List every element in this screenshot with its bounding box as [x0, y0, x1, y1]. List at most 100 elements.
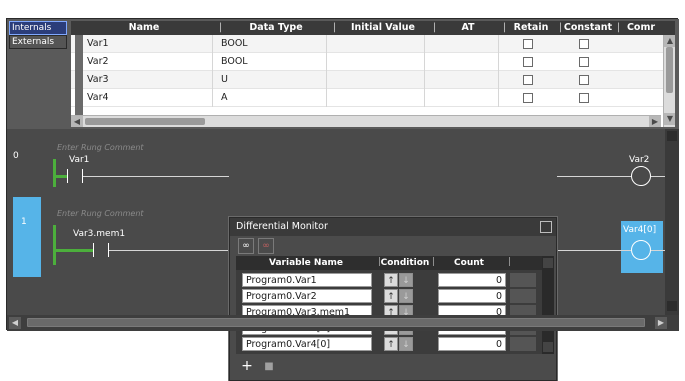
variable-table-hscrollbar[interactable]: ◀ ▶	[71, 115, 661, 127]
vscroll-thumb[interactable]	[666, 47, 673, 93]
header-comment[interactable]: Comr	[621, 21, 661, 35]
contact-symbol[interactable]	[67, 169, 83, 183]
var-data-type[interactable]: A	[217, 89, 327, 107]
var-initial-value[interactable]	[329, 89, 425, 107]
delete-monitor-icon[interactable]: ∞	[258, 238, 274, 254]
header-condition[interactable]: Condition	[380, 256, 430, 270]
retain-checkbox[interactable]	[523, 57, 533, 67]
scroll-down-icon[interactable]	[667, 301, 677, 311]
falling-edge-icon[interactable]: ↓	[399, 273, 413, 287]
rung-wire	[651, 250, 665, 251]
header-data-type[interactable]: Data Type	[221, 21, 331, 35]
table-row[interactable]: Var3 U	[71, 71, 675, 89]
scroll-right-icon[interactable]: ▶	[649, 116, 661, 127]
var-name[interactable]: Var4	[83, 89, 213, 107]
var-at[interactable]	[427, 89, 499, 107]
monitor-toggle-icon[interactable]: ∞	[238, 238, 254, 254]
header-constant[interactable]: Constant	[561, 21, 615, 35]
add-icon[interactable]: +	[238, 358, 256, 376]
monitor-row[interactable]: Program0.Var4[0] ↑ ↓ 0	[236, 336, 536, 352]
differential-monitor-window[interactable]: Differential Monitor ∞ ∞ Variable Name |…	[229, 217, 557, 381]
var-at[interactable]	[427, 53, 499, 71]
scroll-left-icon[interactable]: ◀	[71, 116, 83, 127]
contact-variable[interactable]: Var3.mem1	[73, 229, 125, 239]
var-name[interactable]: Var2	[83, 53, 213, 71]
rung-comment[interactable]: Enter Rung Comment	[57, 143, 144, 152]
coil-variable[interactable]: Var4[0]	[623, 225, 656, 235]
monitor-title: Differential Monitor	[236, 221, 328, 232]
var-initial-value[interactable]	[329, 71, 425, 89]
var-at[interactable]	[427, 71, 499, 89]
falling-edge-icon[interactable]: ↓	[399, 337, 413, 351]
monitor-row[interactable]: Program0.Var1 ↑ ↓ 0	[236, 272, 536, 288]
tab-internals[interactable]: Internals	[9, 21, 67, 35]
scroll-down-icon[interactable]	[543, 342, 553, 352]
hscroll-thumb[interactable]	[27, 318, 645, 327]
scroll-left-icon[interactable]: ◀	[9, 317, 21, 329]
variable-table-vscrollbar[interactable]: ▲ ▼	[663, 35, 675, 127]
ladder-vscrollbar[interactable]	[665, 129, 679, 315]
var-data-type[interactable]: BOOL	[217, 53, 327, 71]
header-retain[interactable]: Retain	[505, 21, 557, 35]
coil-symbol[interactable]	[631, 166, 651, 186]
retain-checkbox[interactable]	[523, 75, 533, 85]
var-data-type[interactable]: BOOL	[217, 35, 327, 53]
rung-comment[interactable]: Enter Rung Comment	[57, 209, 144, 218]
tab-externals[interactable]: Externals	[9, 35, 67, 49]
coil-variable[interactable]: Var2	[629, 155, 649, 165]
retain-checkbox[interactable]	[523, 93, 533, 103]
header-variable-name[interactable]: Variable Name	[236, 256, 376, 270]
constant-checkbox[interactable]	[579, 39, 589, 49]
rising-edge-icon[interactable]: ↑	[384, 289, 398, 303]
var-initial-value[interactable]	[329, 35, 425, 53]
var-data-type[interactable]: U	[217, 71, 327, 89]
trash-icon[interactable]: ■	[260, 358, 278, 376]
var-name[interactable]: Var3	[83, 71, 213, 89]
header-at[interactable]: AT	[435, 21, 501, 35]
ladder-hscrollbar[interactable]: ◀ ▶	[7, 315, 679, 331]
var-at[interactable]	[427, 35, 499, 53]
restore-window-icon[interactable]	[540, 221, 552, 233]
contact-symbol[interactable]	[93, 243, 109, 257]
constant-checkbox[interactable]	[579, 93, 589, 103]
var-name[interactable]: Var1	[83, 35, 213, 53]
scroll-up-icon[interactable]	[543, 258, 553, 268]
table-row[interactable]: Var2 BOOL	[71, 53, 675, 71]
coil-symbol[interactable]	[631, 240, 651, 260]
rising-edge-icon[interactable]: ↑	[384, 337, 398, 351]
rail-connector	[53, 175, 67, 178]
variable-rows: Var1 BOOL Var2 BOOL Var3 U Var4 A	[71, 35, 675, 107]
monitor-grid-header: Variable Name | Condition | Count |	[236, 256, 554, 270]
constant-checkbox[interactable]	[579, 57, 589, 67]
monitor-title-bar[interactable]: Differential Monitor	[230, 218, 556, 236]
falling-edge-icon[interactable]: ↓	[399, 289, 413, 303]
var-initial-value[interactable]	[329, 53, 425, 71]
monitor-extra-cell	[510, 273, 536, 287]
scroll-up-icon[interactable]: ▲	[664, 35, 675, 47]
table-row[interactable]: Var4 A	[71, 89, 675, 107]
table-row[interactable]: Var1 BOOL	[71, 35, 675, 53]
monitor-variable[interactable]: Program0.Var2	[242, 289, 372, 303]
rung-selection-bar[interactable]	[13, 197, 41, 277]
rail-connector	[53, 249, 93, 252]
scroll-up-icon[interactable]	[667, 131, 677, 141]
monitor-vscrollbar[interactable]	[542, 256, 554, 354]
monitor-count: 0	[438, 289, 506, 303]
constant-checkbox[interactable]	[579, 75, 589, 85]
retain-checkbox[interactable]	[523, 39, 533, 49]
monitor-variable[interactable]: Program0.Var1	[242, 273, 372, 287]
monitor-row[interactable]: Program0.Var2 ↑ ↓ 0	[236, 288, 536, 304]
header-count[interactable]: Count	[434, 256, 504, 270]
scroll-right-icon[interactable]: ▶	[655, 317, 667, 329]
rung-number: 0	[13, 151, 19, 161]
header-name[interactable]: Name	[71, 21, 217, 35]
header-initial-value[interactable]: Initial Value	[335, 21, 431, 35]
rising-edge-icon[interactable]: ↑	[384, 273, 398, 287]
hscroll-thumb[interactable]	[85, 118, 205, 125]
scroll-down-icon[interactable]: ▼	[664, 113, 675, 125]
contact-variable[interactable]: Var1	[69, 155, 89, 165]
monitor-variable[interactable]: Program0.Var4[0]	[242, 337, 372, 351]
condition-selector[interactable]: ↑ ↓	[384, 289, 420, 303]
condition-selector[interactable]: ↑ ↓	[384, 337, 420, 351]
condition-selector[interactable]: ↑ ↓	[384, 273, 420, 287]
